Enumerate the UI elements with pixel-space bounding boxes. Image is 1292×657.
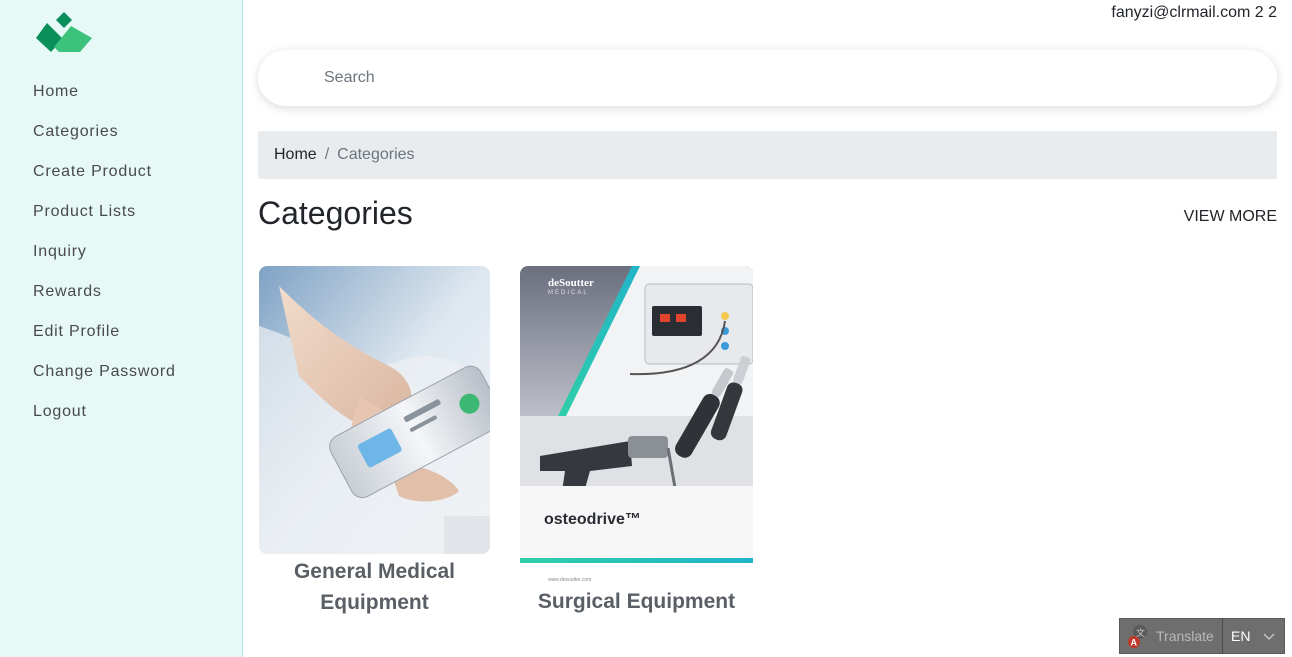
category-label[interactable]: Surgical Equipment — [520, 586, 753, 617]
translate-label[interactable]: Translate — [1156, 628, 1222, 644]
brochure-footer-url: www.desoutter.com — [548, 577, 591, 583]
chevron-down-icon[interactable] — [1263, 628, 1275, 644]
sidebar-item-change-password[interactable]: Change Password — [33, 352, 176, 392]
svg-text:A: A — [1131, 638, 1138, 648]
category-card-general-medical[interactable]: General Medical Equipment — [259, 266, 490, 618]
sidebar-item-rewards[interactable]: Rewards — [33, 272, 176, 312]
search-bar — [258, 50, 1277, 106]
breadcrumb-current: Categories — [337, 146, 415, 163]
sidebar-item-edit-profile[interactable]: Edit Profile — [33, 312, 176, 352]
view-more-link[interactable]: VIEW MORE — [1184, 208, 1277, 226]
category-card-surgical[interactable]: deSoutter MEDICAL osteodrive™ www.desout… — [520, 266, 753, 617]
translate-icon: 文 A — [1126, 622, 1154, 650]
brochure-product-text: osteodrive™ — [544, 511, 641, 528]
sidebar-item-home[interactable]: Home — [33, 72, 176, 112]
translate-widget[interactable]: 文 A Translate EN — [1119, 618, 1285, 654]
sidebar-item-categories[interactable]: Categories — [33, 112, 176, 152]
translate-divider — [1222, 618, 1223, 654]
user-email[interactable]: fanyzi@clrmail.com 2 2 — [1111, 4, 1277, 22]
sidebar-item-product-lists[interactable]: Product Lists — [33, 192, 176, 232]
brochure-brand-text: deSoutter — [548, 277, 594, 289]
category-label[interactable]: General Medical Equipment — [259, 556, 490, 618]
sidebar: Home Categories Create Product Product L… — [0, 0, 243, 657]
sidebar-item-create-product[interactable]: Create Product — [33, 152, 176, 192]
brochure-brand-sub: MEDICAL — [548, 290, 589, 296]
sidebar-item-inquiry[interactable]: Inquiry — [33, 232, 176, 272]
handheld-medical-device-photo[interactable] — [259, 266, 490, 554]
sidebar-item-logout[interactable]: Logout — [33, 392, 176, 432]
page-title: Categories — [258, 195, 413, 231]
language-selector[interactable]: EN — [1231, 628, 1257, 644]
brand-logo[interactable] — [35, 11, 93, 55]
desoutter-osteodrive-brochure[interactable]: deSoutter MEDICAL osteodrive™ www.desout… — [520, 266, 753, 584]
breadcrumb-separator: / — [324, 146, 330, 163]
sidebar-nav: Home Categories Create Product Product L… — [33, 72, 176, 432]
search-input[interactable] — [282, 50, 1252, 106]
breadcrumb-home-link[interactable]: Home — [274, 146, 317, 164]
breadcrumb: Home / Categories — [258, 131, 1277, 179]
